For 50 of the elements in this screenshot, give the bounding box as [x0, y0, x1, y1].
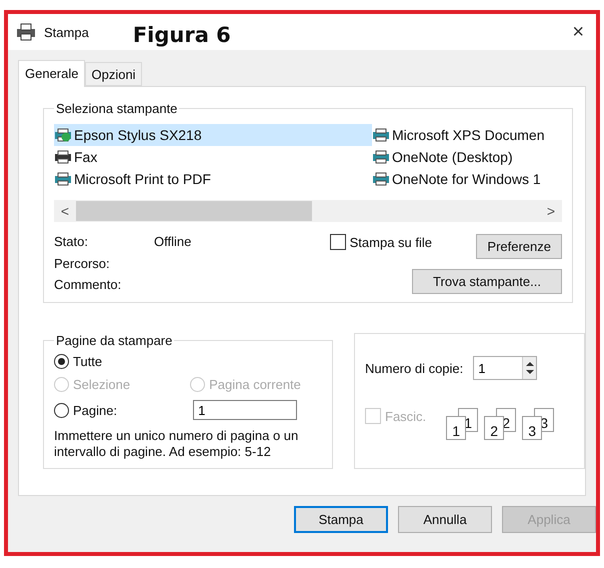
printer-check-icon	[54, 128, 72, 142]
radio-label: Pagine:	[73, 402, 118, 418]
dialog-button[interactable]: Annulla	[398, 506, 492, 533]
tab[interactable]: Generale	[18, 60, 86, 87]
fax-icon	[54, 150, 72, 164]
close-button[interactable]: ×	[568, 20, 588, 44]
printer-icon	[16, 23, 36, 41]
radio-label: Selezione	[73, 377, 130, 392]
number-spinner[interactable]: 1	[473, 356, 538, 380]
info-label: Commento:	[54, 277, 122, 292]
page-sheet: 3	[522, 416, 542, 440]
printer-icon	[54, 172, 72, 186]
horizontal-scrollbar[interactable]: < >	[54, 200, 562, 222]
scroll-thumb[interactable]	[76, 201, 312, 221]
scroll-right-button[interactable]: >	[540, 203, 562, 219]
checkbox[interactable]	[330, 234, 346, 250]
spin-arrows-icon	[526, 361, 534, 375]
radio-label: Tutte	[73, 354, 102, 369]
printer-icon	[372, 172, 390, 186]
page-sheet: 2	[484, 416, 504, 440]
printer-icon	[372, 150, 390, 164]
checkbox-label: Stampa su file	[350, 234, 432, 250]
tab[interactable]: Opzioni	[85, 62, 142, 86]
printer-item[interactable]: OneNote (Desktop)	[372, 146, 562, 168]
printer-item[interactable]: Microsoft Print to PDF	[54, 168, 372, 190]
scroll-left-button[interactable]: <	[54, 203, 76, 219]
info-label: Percorso:	[54, 256, 111, 271]
dialog-button[interactable]: Stampa	[294, 506, 388, 533]
printer-icon	[372, 128, 390, 142]
radio-button[interactable]	[54, 354, 69, 369]
printer-item[interactable]: Microsoft XPS Documen	[372, 124, 562, 146]
figure-caption: Figura 6	[132, 23, 231, 47]
hint-text: Immettere un unico numero di pagina o un intervallo di pagine. Ad esempio: 5-12	[54, 428, 300, 460]
info-label: Stato:	[54, 234, 89, 250]
group-title: Seleziona stampante	[55, 101, 178, 116]
group-title: Pagine da stampare	[55, 333, 174, 348]
checkbox-label: Fascic.	[385, 408, 426, 424]
spin-button[interactable]	[522, 357, 536, 379]
radio-button[interactable]	[54, 402, 69, 418]
pages-field[interactable]: 1	[193, 400, 298, 420]
info-value: Offline	[154, 234, 192, 250]
radio-label: Pagina corrente	[209, 377, 301, 392]
page-sheet: 1	[446, 416, 466, 440]
preferences-button[interactable]: Preferenze	[476, 234, 562, 259]
printer-item[interactable]: OneNote for Windows 1	[372, 168, 562, 190]
find-printer-button[interactable]: Trova stampante...	[412, 269, 562, 294]
copies-label: Numero di copie:	[365, 360, 464, 376]
printer-item[interactable]: Epson Stylus SX218	[54, 124, 372, 146]
window-title: Stampa	[44, 24, 89, 40]
printer-item[interactable]: Fax	[54, 146, 372, 168]
